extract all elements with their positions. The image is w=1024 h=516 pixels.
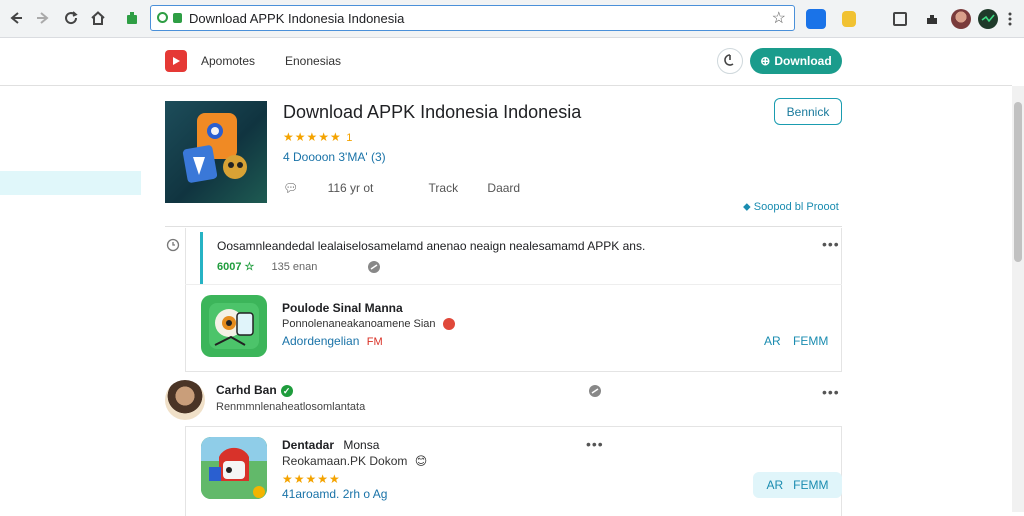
stat-comments: 💬︎ 116 yr ot bbox=[283, 181, 374, 195]
reload-icon[interactable] bbox=[61, 8, 81, 28]
inner-app-icon[interactable] bbox=[201, 437, 267, 499]
verified-icon: ✓ bbox=[280, 384, 293, 397]
extension-icon[interactable] bbox=[122, 8, 142, 28]
stat-board[interactable]: Daard bbox=[487, 181, 520, 195]
extension-blue-icon[interactable] bbox=[806, 9, 826, 29]
inner-app-title[interactable]: Dentadar Monsa bbox=[282, 438, 379, 452]
more-options-icon[interactable]: ••• bbox=[822, 384, 840, 400]
app-cover-image bbox=[165, 101, 267, 203]
alert-icon bbox=[442, 318, 455, 331]
user-icon[interactable] bbox=[717, 48, 743, 74]
download-icon: ⊕ bbox=[760, 54, 771, 68]
post-inner-divider bbox=[185, 284, 842, 285]
more-options-icon[interactable]: ••• bbox=[586, 436, 604, 452]
app-title: Download APPK Indonesia Indonesia bbox=[283, 102, 582, 122]
app-stats: 💬︎ 116 yr ot Track Daard bbox=[283, 181, 546, 195]
action-ar-link[interactable]: AR bbox=[767, 478, 784, 492]
rating-suffix: 1 bbox=[346, 132, 353, 144]
star-icon[interactable]: ☆ bbox=[772, 8, 786, 28]
home-icon[interactable] bbox=[88, 8, 108, 28]
inner-app-title[interactable]: Poulode Sinal Manna bbox=[282, 301, 403, 315]
bookmark-button[interactable]: Bennick bbox=[774, 98, 842, 125]
action-pill-button[interactable]: AR FEMM bbox=[753, 472, 842, 498]
share-icon[interactable] bbox=[588, 384, 602, 403]
app-rating: ★★★★★ 1 bbox=[283, 128, 352, 146]
extension-window-icon[interactable] bbox=[893, 12, 907, 26]
browser-toolbar: Download APPK Indonesia Indonesia ☆ bbox=[0, 0, 1024, 38]
author-avatar[interactable] bbox=[165, 380, 205, 420]
inner-app-meta[interactable]: 41aroamd. 2rh o Ag bbox=[282, 487, 387, 501]
action-femm-link[interactable]: FEMM bbox=[793, 334, 828, 348]
download-button[interactable]: ⊕ Download bbox=[750, 48, 842, 74]
star-rating-icon: ★★★★★ bbox=[282, 472, 341, 486]
post-stats: 6007 ☆ 135 enan bbox=[217, 260, 317, 273]
site-info-icon[interactable] bbox=[157, 12, 168, 23]
nav-link-categories[interactable]: Enonesias bbox=[285, 54, 341, 68]
back-arrow-icon[interactable] bbox=[6, 8, 26, 28]
profile-avatar[interactable] bbox=[951, 9, 971, 29]
more-options-icon[interactable]: ••• bbox=[822, 236, 840, 252]
comment-icon: 💬︎ bbox=[283, 181, 299, 195]
section-divider bbox=[165, 226, 842, 227]
menu-icon[interactable] bbox=[1008, 12, 1012, 31]
share-icon[interactable] bbox=[367, 260, 381, 279]
report-icon: ⬥ bbox=[743, 201, 751, 213]
app-meta[interactable]: 4 Doooon 3'MA' (3) bbox=[283, 150, 386, 164]
inner-app-description: Reokamaan.PK Dokom 😊︎ bbox=[282, 454, 428, 468]
scrollbar-thumb[interactable] bbox=[1014, 102, 1022, 262]
site-header: Apomotes Enonesias ⊕ Download bbox=[0, 38, 1012, 86]
inner-app-rating: ★★★★★ bbox=[282, 470, 341, 488]
stat-track[interactable]: Track bbox=[429, 181, 459, 195]
site-logo[interactable] bbox=[165, 50, 187, 72]
inner-app-link[interactable]: Adordengelian FM bbox=[282, 334, 383, 348]
author-name[interactable]: Carhd Ban ✓ bbox=[216, 383, 293, 397]
forward-arrow-icon[interactable] bbox=[33, 8, 53, 28]
extension-lock-icon[interactable] bbox=[842, 11, 856, 27]
post-text: Oosamnleandedal lealaiselosamelamd anena… bbox=[217, 239, 646, 253]
extension-puzzle-icon[interactable] bbox=[924, 11, 940, 27]
sidebar-highlight bbox=[0, 171, 141, 195]
action-ar-link[interactable]: AR bbox=[764, 334, 781, 348]
author-subtitle: Renmmnlenaheatlosomlantata bbox=[216, 401, 366, 413]
address-bar[interactable]: Download APPK Indonesia Indonesia ☆ bbox=[150, 5, 795, 31]
address-text[interactable]: Download APPK Indonesia Indonesia bbox=[189, 11, 404, 26]
action-femm-link[interactable]: FEMM bbox=[793, 478, 828, 492]
post-accent-bar bbox=[200, 232, 203, 284]
post-views: 135 enan bbox=[271, 261, 318, 273]
inner-app-description: Ponnolenaneakanoamene Sian bbox=[282, 318, 455, 331]
smile-icon: 😊︎ bbox=[414, 454, 428, 468]
clock-icon bbox=[166, 238, 180, 257]
download-button-label: Download bbox=[774, 54, 832, 68]
inner-app-badge: FM bbox=[366, 336, 383, 348]
account-avatar[interactable] bbox=[978, 9, 998, 29]
post-score: 6007 ☆ bbox=[217, 261, 255, 273]
lock-icon bbox=[173, 13, 182, 23]
report-link[interactable]: ⬥ Soopod bl Prooot bbox=[743, 201, 839, 214]
inner-app-icon[interactable] bbox=[201, 295, 267, 357]
nav-link-apps[interactable]: Apomotes bbox=[201, 54, 255, 68]
page-scrollbar[interactable] bbox=[1012, 86, 1024, 512]
star-rating-icon: ★★★★★ bbox=[283, 130, 342, 144]
